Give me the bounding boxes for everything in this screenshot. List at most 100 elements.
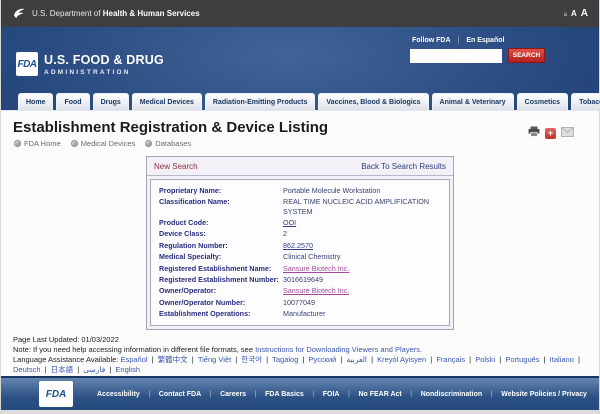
fda-logo[interactable]: FDA (16, 52, 38, 76)
footer-link-contact-fda[interactable]: Contact FDA (159, 391, 201, 398)
share-icon[interactable]: + (545, 128, 556, 139)
row-label: Regulation Number: (159, 241, 283, 250)
breadcrumb-item-fda-home[interactable]: FDA Home (14, 139, 61, 148)
record-panel-toolbar: New Search Back To Search Results (147, 157, 453, 176)
tab-cosmetics[interactable]: Cosmetics (517, 93, 568, 110)
language-link-[interactable]: 한국어 (241, 355, 262, 364)
tab-food[interactable]: Food (56, 93, 89, 110)
footer-separator: | (255, 391, 257, 398)
en-espanol-link[interactable]: En Español (466, 37, 504, 44)
footer-link-nondiscrimination[interactable]: Nondiscrimination (421, 391, 482, 398)
site-title-line1: U.S. FOOD & DRUG (44, 53, 164, 67)
footer-separator: | (348, 391, 350, 398)
language-link-espa-ol[interactable]: Español (120, 355, 147, 364)
table-row: Registered Establishment Number:30166196… (159, 274, 441, 285)
print-icon[interactable] (528, 124, 540, 142)
back-to-search-results-link[interactable]: Back To Search Results (361, 162, 446, 171)
hhs-eagle-icon (12, 6, 26, 22)
last-updated-text: Page Last Updated: 01/03/2022 (13, 335, 587, 345)
language-link-[interactable]: 繁體中文 (158, 355, 188, 364)
language-link-polski[interactable]: Polski (475, 355, 495, 364)
breadcrumb: FDA Home Medical Devices Databases (14, 139, 599, 148)
footer-link-accessibility[interactable]: Accessibility (97, 391, 140, 398)
language-separator: | (233, 355, 239, 364)
row-label: Registered Establishment Number: (159, 275, 283, 284)
tab-drugs[interactable]: Drugs (93, 93, 129, 110)
table-row: Medical Specialty:Clinical Chemistry (159, 251, 441, 262)
row-value: 10077049 (283, 298, 441, 307)
language-link-[interactable]: 日本語 (51, 365, 74, 374)
row-value: 3016619649 (283, 275, 441, 284)
follow-fda-link[interactable]: Follow FDA (412, 37, 451, 44)
language-link-deutsch[interactable]: Deutsch (13, 365, 41, 374)
language-link-krey-l-ayisyen[interactable]: Kreyòl Ayisyen (377, 355, 426, 364)
tab-vaccines-blood-biologics[interactable]: Vaccines, Blood & Biologics (318, 93, 428, 110)
footer-separator: | (410, 391, 412, 398)
tab-home[interactable]: Home (18, 93, 53, 110)
table-row: Classification Name:REAL TIME NUCLEIC AC… (159, 196, 441, 217)
breadcrumb-icon (14, 140, 21, 147)
page: U.S. Department of Health & Human Servic… (1, 0, 599, 414)
table-row: Regulation Number:862.2570 (159, 240, 441, 251)
language-link-tagalog[interactable]: Tagalog (272, 355, 298, 364)
footer-links: Accessibility | Contact FDA | Careers | FDA Ba… (97, 391, 587, 398)
tab-radiation-emitting-products[interactable]: Radiation-Emitting Products (205, 93, 316, 110)
table-row: Registered Establishment Name:Sansure Bi… (159, 263, 441, 274)
font-size-control-2[interactable]: A (581, 8, 588, 19)
footer-separator: | (312, 391, 314, 398)
search-button[interactable]: SEARCH (508, 48, 545, 63)
table-row: Proprietary Name:Portable Molecule Works… (159, 185, 441, 196)
tab-tobacco-products[interactable]: Tobacco Products (571, 93, 600, 110)
language-link-italiano[interactable]: Italiano (550, 355, 574, 364)
language-separator: | (576, 355, 580, 364)
language-separator: | (497, 355, 503, 364)
footer-link-fda-basics[interactable]: FDA Basics (265, 391, 304, 398)
language-separator: | (190, 355, 196, 364)
page-title: Establishment Registration & Device List… (13, 119, 599, 136)
language-separator: | (542, 355, 548, 364)
language-link-[interactable]: فارسی (83, 365, 105, 374)
tab-medical-devices[interactable]: Medical Devices (132, 93, 202, 110)
site-footer: FDA Accessibility | Contact FDA | Careers | FD… (1, 376, 599, 410)
row-label: Registered Establishment Name: (159, 264, 283, 273)
table-row: Product Code:OOI (159, 217, 441, 228)
row-value: Manufacturer (283, 309, 441, 318)
language-separator: | (107, 365, 113, 374)
language-link-[interactable]: Русский (309, 355, 337, 364)
footer-link-careers[interactable]: Careers (220, 391, 246, 398)
row-link-ooi[interactable]: OOI (283, 218, 296, 227)
row-value: Clinical Chemistry (283, 252, 441, 261)
site-header: FDA U.S. FOOD & DRUG ADMINISTRATION Foll… (1, 27, 599, 110)
language-separator: | (150, 355, 156, 364)
hhs-bar-text: U.S. Department of Health & Human Servic… (32, 9, 200, 18)
footer-link-website-policies-privacy[interactable]: Website Policies / Privacy (501, 391, 587, 398)
footer-link-no-fear-act[interactable]: No FEAR Act (358, 391, 401, 398)
row-label: Medical Specialty: (159, 252, 283, 261)
font-size-control-0[interactable]: a (564, 12, 567, 18)
email-icon[interactable] (561, 124, 574, 142)
language-link-ti-ng-vi-t[interactable]: Tiếng Việt (198, 355, 231, 364)
utility-separator: | (458, 37, 460, 44)
breadcrumb-label: FDA Home (24, 139, 61, 148)
row-label: Proprietary Name: (159, 186, 283, 195)
footer-fda-logo[interactable]: FDA (39, 381, 73, 407)
viewers-players-link[interactable]: Instructions for Downloading Viewers and… (255, 345, 422, 354)
breadcrumb-item-medical-devices[interactable]: Medical Devices (71, 139, 136, 148)
language-link-english[interactable]: English (115, 365, 140, 374)
breadcrumb-item-databases[interactable]: Databases (145, 139, 191, 148)
row-value: OOI (283, 218, 441, 227)
new-search-link[interactable]: New Search (154, 162, 198, 171)
row-link-sansure-biotech-inc[interactable]: Sansure Biotech Inc. (283, 286, 349, 295)
footer-link-foia[interactable]: FOIA (323, 391, 340, 398)
row-label: Establishment Operations: (159, 309, 283, 318)
language-link-[interactable]: العربية (347, 355, 368, 364)
row-value: Portable Molecule Workstation (283, 186, 441, 195)
tab-animal-veterinary[interactable]: Animal & Veterinary (432, 93, 514, 110)
record-panel: New Search Back To Search Results Propri… (146, 156, 454, 330)
language-link-portugu-s[interactable]: Português (505, 355, 539, 364)
row-link-sansure-biotech-inc[interactable]: Sansure Biotech Inc. (283, 264, 349, 273)
language-link-fran-ais[interactable]: Français (436, 355, 465, 364)
font-size-control-1[interactable]: A (571, 9, 577, 18)
search-input[interactable] (410, 49, 502, 63)
row-link-862-2570[interactable]: 862.2570 (283, 241, 313, 250)
